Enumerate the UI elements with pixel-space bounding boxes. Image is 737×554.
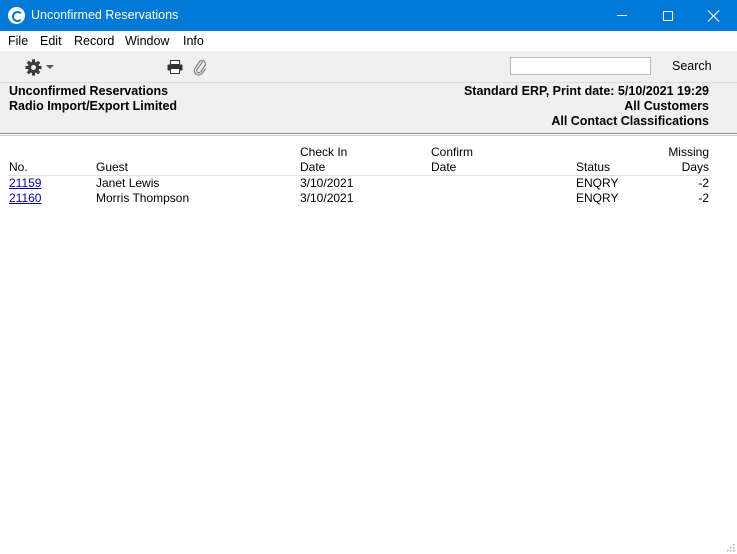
divider (0, 135, 737, 136)
col-header-missing-line1: Missing (668, 145, 709, 159)
classification-filter: All Contact Classifications (551, 114, 709, 128)
menu-file[interactable]: File (8, 34, 28, 48)
printer-icon[interactable] (167, 60, 183, 74)
col-header-no: No. (9, 160, 28, 174)
menu-record[interactable]: Record (74, 34, 114, 48)
toolbar: Search (0, 51, 737, 83)
maximize-icon (663, 10, 673, 21)
report-header: Unconfirmed Reservations Radio Import/Ex… (0, 83, 737, 133)
divider (0, 133, 737, 134)
status: ENQRY (576, 176, 619, 190)
maximize-button[interactable] (645, 0, 691, 31)
gear-icon[interactable] (24, 58, 43, 77)
status: ENQRY (576, 191, 619, 205)
title-bar: Unconfirmed Reservations (0, 0, 737, 31)
window-title: Unconfirmed Reservations (31, 8, 179, 22)
close-icon (708, 10, 720, 22)
guest-name: Morris Thompson (96, 191, 190, 205)
col-header-checkin-line2: Date (300, 160, 326, 174)
report-title: Unconfirmed Reservations (9, 84, 169, 98)
minimize-icon (617, 15, 627, 16)
paperclip-icon[interactable] (193, 58, 207, 76)
col-header-checkin-line1: Check In (300, 145, 348, 159)
missing-days: -2 (698, 176, 709, 190)
print-date: Standard ERP, Print date: 5/10/2021 19:2… (463, 84, 709, 98)
reservation-number-link[interactable]: 21159 (9, 176, 41, 191)
guest-name: Janet Lewis (96, 176, 160, 190)
close-button[interactable] (691, 0, 737, 31)
resize-grip-icon[interactable] (725, 542, 735, 552)
menu-info[interactable]: Info (183, 34, 204, 48)
col-header-guest: Guest (96, 160, 129, 174)
col-header-status: Status (576, 160, 611, 174)
minimize-button[interactable] (599, 0, 645, 31)
menu-window[interactable]: Window (125, 34, 169, 48)
col-header-confirm-line1: Confirm (431, 145, 474, 159)
reservation-number-link[interactable]: 21160 (9, 191, 41, 206)
search-button[interactable]: Search (672, 59, 712, 73)
customer-filter: All Customers (624, 99, 709, 113)
col-header-missing-line2: Days (681, 160, 709, 174)
menu-edit[interactable]: Edit (40, 34, 62, 48)
company-name: Radio Import/Export Limited (9, 99, 178, 113)
search-input[interactable] (510, 57, 651, 75)
col-header-confirm-line2: Date (431, 160, 457, 174)
missing-days: -2 (698, 191, 709, 205)
app-logo-icon (8, 7, 25, 24)
menu-bar: File Edit Record Window Info (0, 31, 737, 51)
chevron-down-icon[interactable] (46, 65, 54, 69)
checkin-date: 3/10/2021 (300, 191, 354, 205)
checkin-date: 3/10/2021 (300, 176, 354, 190)
